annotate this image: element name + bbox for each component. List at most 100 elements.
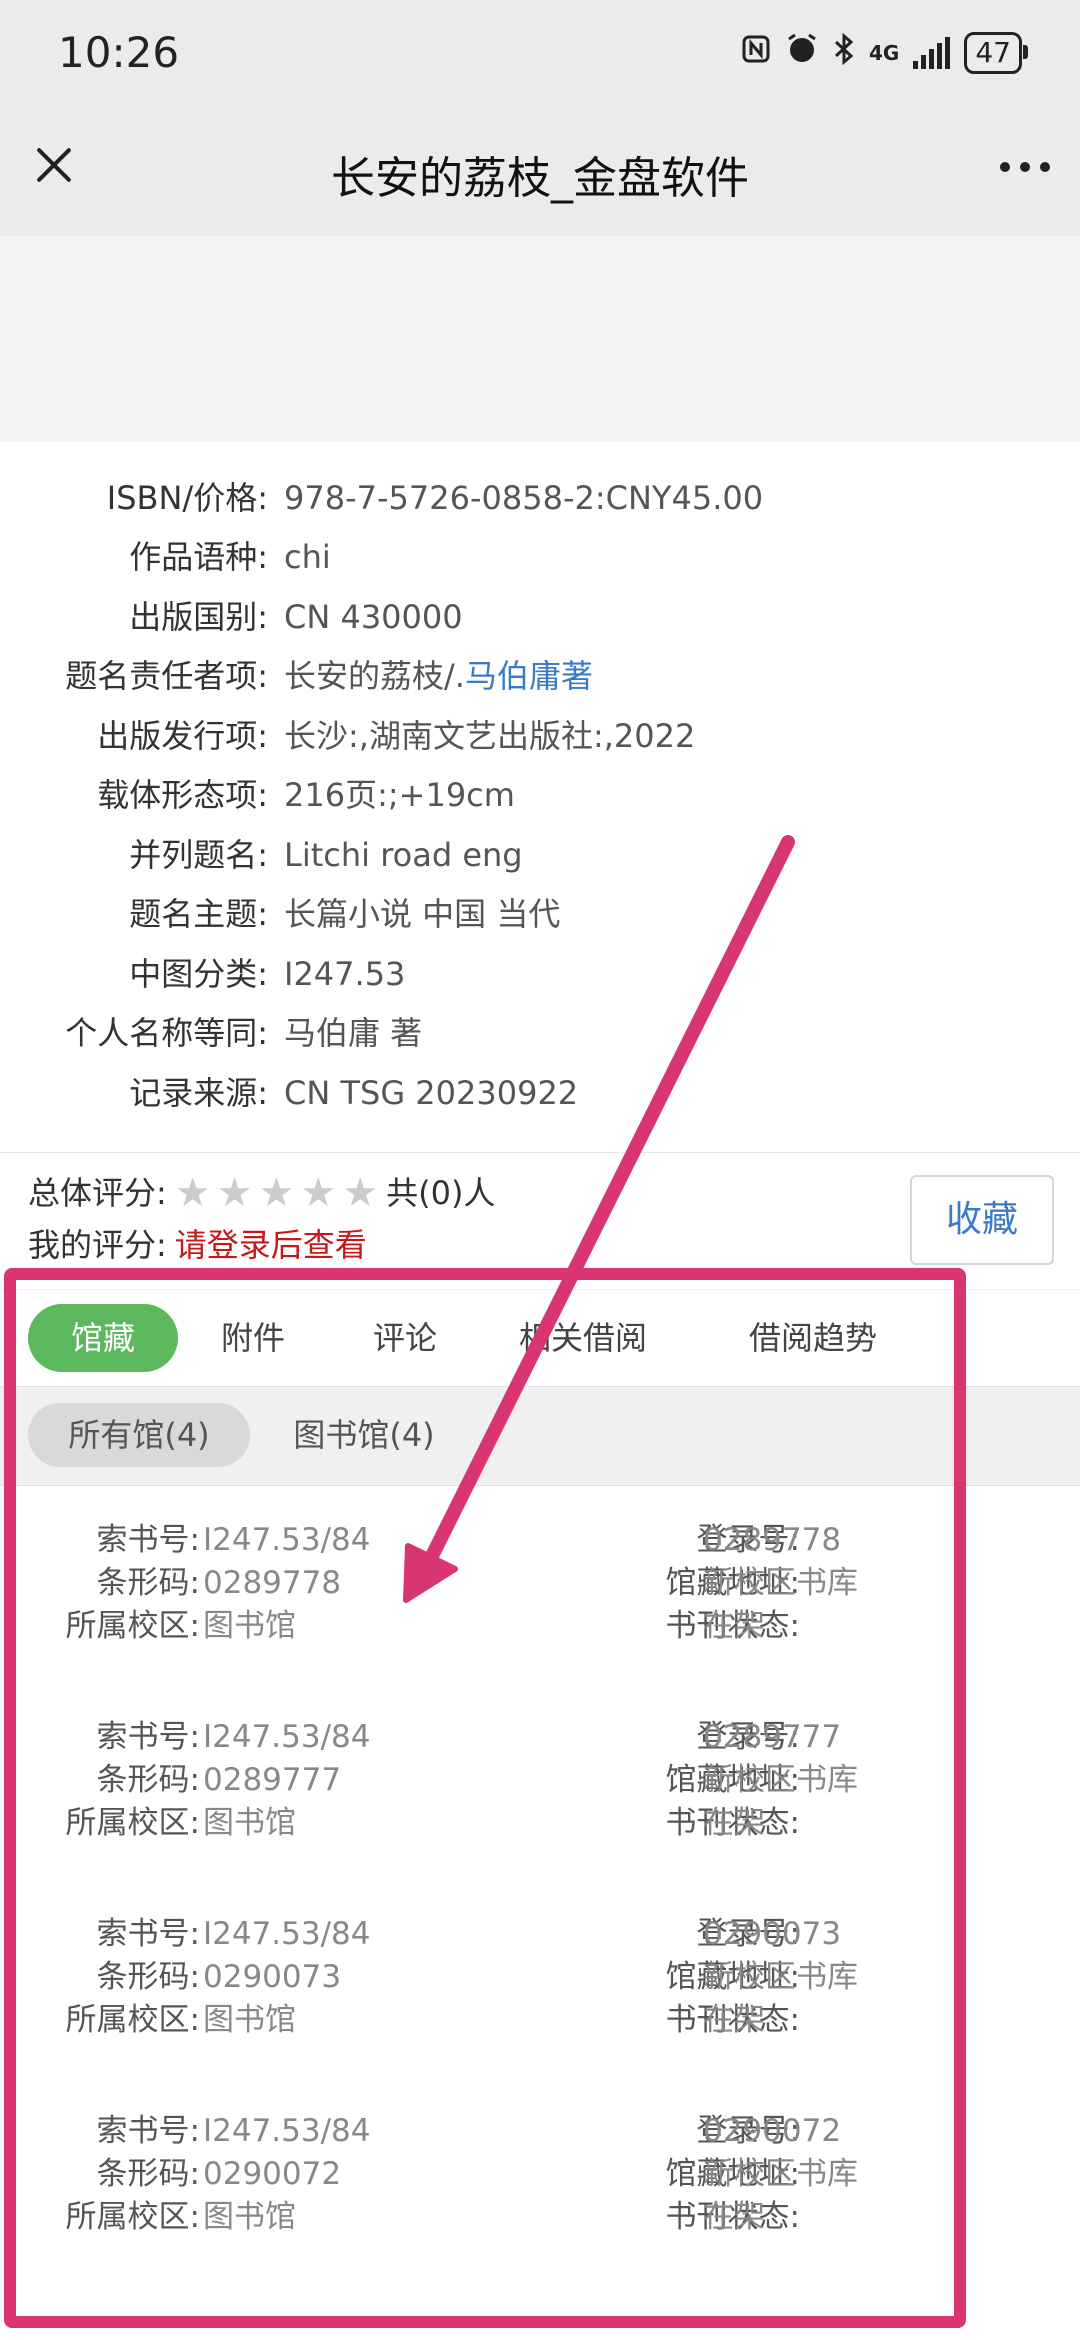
meta-row-subject: 题名主题: 长篇小说 中国 当代 <box>0 886 1080 942</box>
title-text: 长安的荔枝/. <box>284 657 465 695</box>
barcode-label: 条形码: <box>96 1959 200 1995</box>
tab-related-borrowing[interactable]: 相关借阅 <box>498 1304 668 1372</box>
network-label: 4G <box>869 41 900 65</box>
call-no-value: I247.53/84 <box>203 2113 371 2149</box>
meta-row-classification: 中图分类: I247.53 <box>0 946 1080 1002</box>
tab-comments[interactable]: 评论 <box>348 1304 462 1372</box>
meta-label: 题名主题: <box>129 895 268 933</box>
tab-attachments[interactable]: 附件 <box>196 1304 310 1372</box>
meta-row-isbn: ISBN/价格: 978-7-5726-0858-2:CNY45.00 <box>0 470 1080 526</box>
campus-value: 图书馆 <box>203 1805 296 1841</box>
meta-value: CN 430000 <box>284 598 463 636</box>
status-value: 在架 <box>703 2199 765 2235</box>
holdings-panel: 馆藏 附件 评论 相关借阅 借阅趋势 所有馆(4) 图书馆(4) 索书号: I24… <box>0 1290 1080 2340</box>
star-icon: ★ <box>216 1170 253 1216</box>
filter-all-libraries[interactable]: 所有馆(4) <box>28 1403 250 1467</box>
location-value: 新校区书库 <box>703 2156 858 2192</box>
filter-library[interactable]: 图书馆(4) <box>276 1403 452 1467</box>
location-value: 新校区书库 <box>703 1762 858 1798</box>
holding-item: 索书号: I247.53/84 条形码: 0290072 所属校区: 图书馆 登录号:… <box>0 2109 1080 2279</box>
bluetooth-icon <box>833 32 855 73</box>
reg-no-value: 0290072 <box>703 2113 842 2149</box>
title-bar: 长安的荔枝_金盘软件 <box>0 110 1080 236</box>
battery-icon: 47 <box>964 32 1028 74</box>
barcode-label: 条形码: <box>96 2156 200 2192</box>
meta-value: 长安的荔枝/.马伯庸著 <box>284 648 593 704</box>
signal-icon <box>913 37 951 69</box>
meta-row-personal-name: 个人名称等同: 马伯庸 著 <box>0 1005 1080 1061</box>
meta-row-country: 出版国别: CN 430000 <box>0 589 1080 645</box>
meta-value: chi <box>284 538 331 576</box>
meta-label: 并列题名: <box>129 836 268 874</box>
holding-item: 索书号: I247.53/84 条形码: 0289778 所属校区: 图书馆 登录号:… <box>0 1518 1080 1688</box>
meta-value: CN TSG 20230922 <box>284 1074 579 1112</box>
barcode-value: 0290072 <box>203 2156 342 2192</box>
meta-label: 题名责任者项: <box>65 657 268 695</box>
call-no-value: I247.53/84 <box>203 1719 371 1755</box>
call-no-label: 索书号: <box>96 1719 200 1755</box>
campus-label: 所属校区: <box>65 2002 200 2038</box>
more-dots-icon[interactable] <box>1000 162 1050 172</box>
reg-no-value: 0289778 <box>703 1522 842 1558</box>
campus-value: 图书馆 <box>203 2199 296 2235</box>
meta-label: ISBN/价格: <box>106 479 268 517</box>
banner-placeholder <box>0 236 1080 442</box>
my-rating: 我的评分: 请登录后查看 <box>28 1219 367 1271</box>
barcode-value: 0289777 <box>203 1762 342 1798</box>
meta-label: 载体形态项: <box>97 776 268 814</box>
status-value: 在架 <box>703 1608 765 1644</box>
holding-item: 索书号: I247.53/84 条形码: 0289777 所属校区: 图书馆 登录号:… <box>0 1715 1080 1885</box>
status-value: 在架 <box>703 1805 765 1841</box>
meta-row-title-author: 题名责任者项: 长安的荔枝/.马伯庸著 <box>0 648 1080 704</box>
star-icon: ★ <box>300 1170 337 1216</box>
tab-holdings[interactable]: 馆藏 <box>28 1304 178 1372</box>
nfc-icon <box>741 34 771 72</box>
call-no-value: I247.53/84 <box>203 1522 371 1558</box>
page-title: 长安的荔枝_金盘软件 <box>331 153 749 204</box>
call-no-value: I247.53/84 <box>203 1916 371 1952</box>
meta-value: 马伯庸 著 <box>284 1014 423 1052</box>
campus-value: 图书馆 <box>203 2002 296 2038</box>
meta-row-publisher: 出版发行项: 长沙:,湖南文艺出版社:,2022 <box>0 708 1080 764</box>
login-hint-link[interactable]: 请登录后查看 <box>175 1219 367 1271</box>
book-metadata: ISBN/价格: 978-7-5726-0858-2:CNY45.00 作品语种… <box>0 442 1080 1152</box>
meta-row-physical: 载体形态项: 216页:;+19cm <box>0 767 1080 823</box>
status-value: 在架 <box>703 2002 765 2038</box>
barcode-value: 0289778 <box>203 1565 342 1601</box>
status-bar: 10:26 4G 47 <box>0 0 1080 110</box>
campus-label: 所属校区: <box>65 1608 200 1644</box>
rating-section: 总体评分: ★ ★ ★ ★ ★ 共(0)人 我的评分: 请登录后查看 收藏 <box>0 1152 1080 1289</box>
meta-value: 长篇小说 中国 当代 <box>284 895 561 933</box>
campus-value: 图书馆 <box>203 1608 296 1644</box>
call-no-label: 索书号: <box>96 2113 200 2149</box>
tab-borrowing-trend[interactable]: 借阅趋势 <box>728 1304 898 1372</box>
location-value: 新校区书库 <box>703 1959 858 1995</box>
meta-row-record-source: 记录来源: CN TSG 20230922 <box>0 1065 1080 1121</box>
reg-no-value: 0289777 <box>703 1719 842 1755</box>
meta-label: 出版发行项: <box>97 717 268 755</box>
alarm-icon <box>785 32 819 74</box>
campus-label: 所属校区: <box>65 2199 200 2235</box>
star-icon: ★ <box>342 1170 379 1216</box>
star-icon: ★ <box>174 1170 211 1216</box>
location-value: 新校区书库 <box>703 1565 858 1601</box>
call-no-label: 索书号: <box>96 1916 200 1952</box>
campus-label: 所属校区: <box>65 1805 200 1841</box>
status-icons: 4G 47 <box>741 32 1028 74</box>
rating-stars: ★ ★ ★ ★ ★ <box>175 1173 378 1213</box>
meta-label: 个人名称等同: <box>65 1014 268 1052</box>
overall-rating-label: 总体评分: <box>28 1174 167 1212</box>
meta-row-parallel-title: 并列题名: Litchi road eng <box>0 827 1080 883</box>
library-filter-bar: 所有馆(4) 图书馆(4) <box>0 1386 1080 1486</box>
barcode-label: 条形码: <box>96 1565 200 1601</box>
star-icon: ★ <box>258 1170 295 1216</box>
collect-button[interactable]: 收藏 <box>910 1175 1054 1265</box>
reg-no-value: 0290073 <box>703 1916 842 1952</box>
meta-value: 978-7-5726-0858-2:CNY45.00 <box>284 479 764 517</box>
meta-label: 出版国别: <box>129 598 268 636</box>
author-link[interactable]: 马伯庸著 <box>465 657 593 695</box>
meta-value: Litchi road eng <box>284 836 523 874</box>
status-time: 10:26 <box>58 28 180 77</box>
meta-row-language: 作品语种: chi <box>0 529 1080 585</box>
barcode-value: 0290073 <box>203 1959 342 1995</box>
